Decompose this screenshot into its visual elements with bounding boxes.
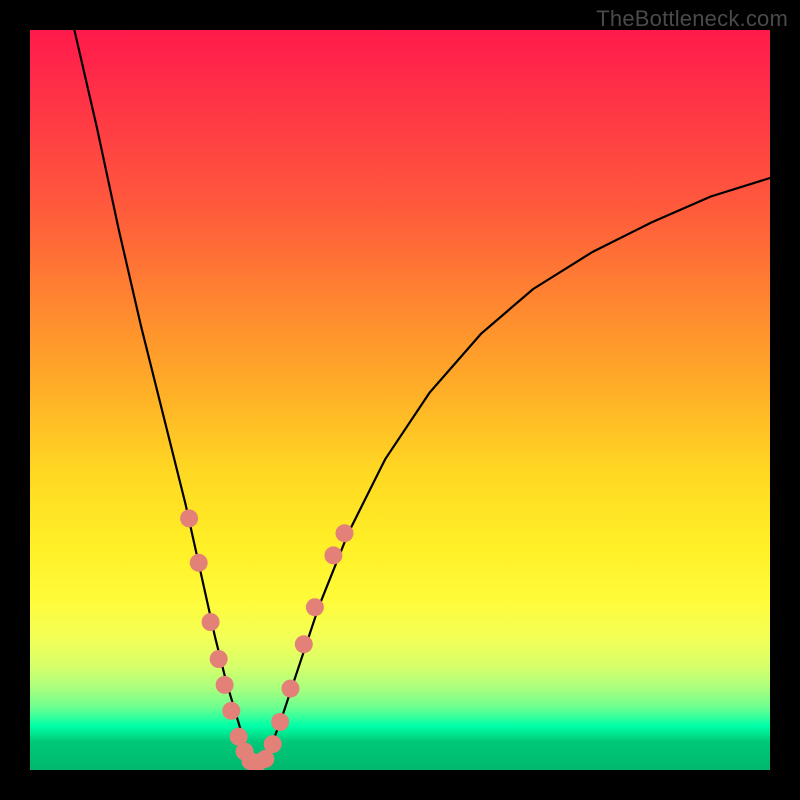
sample-dots-group (180, 509, 353, 770)
sample-dot (271, 713, 289, 731)
sample-dot (222, 702, 240, 720)
watermark-text: TheBottleneck.com (596, 6, 788, 32)
plot-area (30, 30, 770, 770)
sample-dot (306, 598, 324, 616)
sample-dot (264, 735, 282, 753)
sample-dot (210, 650, 228, 668)
sample-dot (216, 676, 234, 694)
chart-frame: TheBottleneck.com (0, 0, 800, 800)
sample-dot (336, 524, 354, 542)
sample-dot (281, 680, 299, 698)
chart-overlay-svg (30, 30, 770, 770)
sample-dot (324, 546, 342, 564)
sample-dot (202, 613, 220, 631)
sample-dot (295, 635, 313, 653)
sample-dot (190, 554, 208, 572)
sample-dot (180, 509, 198, 527)
bottleneck-curve (74, 30, 770, 763)
